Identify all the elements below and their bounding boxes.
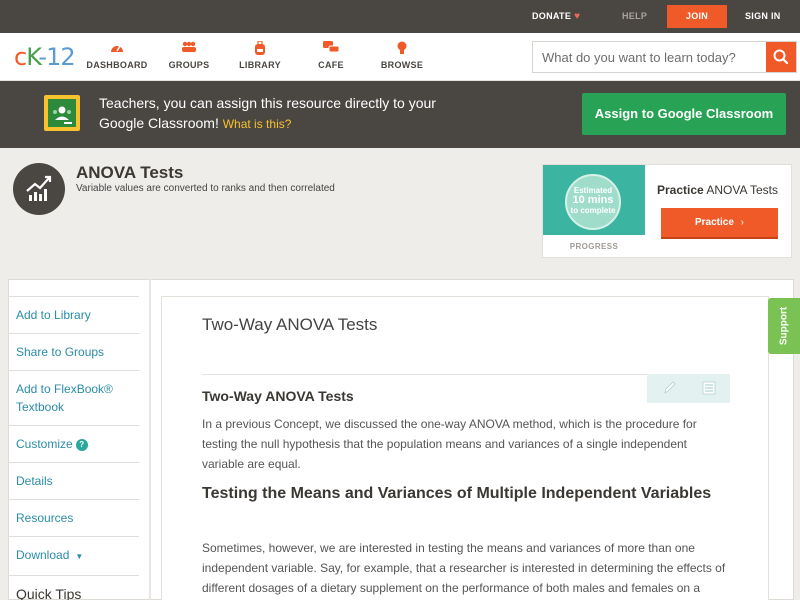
chat-bubbles-icon bbox=[296, 41, 366, 57]
logo-part-c: c bbox=[14, 43, 27, 71]
concept-title: ANOVA Tests bbox=[76, 163, 184, 182]
practice-card: Estimated 10 mins to complete PROGRESS P… bbox=[542, 164, 792, 258]
sidebar-customize-label: Customize bbox=[16, 437, 73, 451]
nav-browse-label: BROWSE bbox=[380, 60, 424, 70]
main-nav: cK-12 DASHBOARD GROUPS LIBRARY CAFE BROW… bbox=[0, 33, 800, 81]
practice-title: Practice ANOVA Tests bbox=[657, 183, 778, 197]
nav-dashboard[interactable]: DASHBOARD bbox=[82, 41, 152, 70]
article-tools bbox=[647, 374, 730, 403]
nav-groups-label: GROUPS bbox=[168, 60, 210, 70]
sidebar-share-to-groups[interactable]: Share to Groups bbox=[8, 333, 139, 370]
chevron-right-icon: › bbox=[740, 217, 745, 228]
lightbulb-icon bbox=[367, 41, 437, 57]
sidebar-download[interactable]: Download ▼ bbox=[8, 536, 139, 575]
concept-subtitle: Variable values are converted to ranks a… bbox=[76, 183, 335, 194]
google-classroom-icon bbox=[44, 95, 80, 131]
support-tab[interactable]: Support bbox=[768, 298, 800, 354]
groups-icon bbox=[154, 41, 224, 57]
help-circle-icon[interactable]: ? bbox=[75, 439, 88, 451]
estimate-line-3: to complete bbox=[570, 206, 616, 215]
sidebar-divider bbox=[149, 279, 151, 600]
quick-tips-heading: Quick Tips bbox=[8, 575, 139, 600]
backpack-icon bbox=[225, 40, 295, 57]
join-button[interactable]: JOIN bbox=[667, 5, 727, 28]
nav-browse[interactable]: BROWSE bbox=[367, 41, 437, 70]
notes-icon[interactable] bbox=[702, 381, 716, 395]
gauge-icon bbox=[82, 41, 152, 57]
sidebar: Add to Library Share to Groups Add to Fl… bbox=[8, 296, 139, 600]
heart-icon: ♥ bbox=[574, 11, 581, 22]
search-box bbox=[532, 41, 797, 73]
sidebar-download-label: Download bbox=[16, 548, 70, 562]
article-title: Two-Way ANOVA Tests bbox=[202, 315, 378, 334]
logo-part-k: K bbox=[26, 43, 39, 71]
practice-illustration: Estimated 10 mins to complete bbox=[543, 165, 645, 235]
body-paragraph: Sometimes, however, we are interested in… bbox=[202, 541, 726, 595]
ck12-logo[interactable]: cK-12 bbox=[14, 43, 76, 71]
support-label: Support bbox=[778, 306, 790, 346]
sidebar-customize[interactable]: Customize? bbox=[8, 425, 139, 462]
search-input[interactable] bbox=[533, 42, 767, 72]
practice-title-rest: ANOVA Tests bbox=[703, 183, 778, 197]
sidebar-resources[interactable]: Resources bbox=[8, 499, 139, 536]
practice-button-label: Practice bbox=[694, 217, 734, 228]
google-classroom-banner: Teachers, you can assign this resource d… bbox=[0, 81, 800, 148]
concept-chart-icon bbox=[13, 163, 65, 215]
search-button[interactable] bbox=[766, 42, 796, 72]
practice-title-bold: Practice bbox=[657, 183, 704, 197]
nav-library[interactable]: LIBRARY bbox=[225, 40, 295, 70]
sign-in-link[interactable]: SIGN IN bbox=[745, 0, 781, 33]
subsection-heading: Testing the Means and Variances of Multi… bbox=[202, 485, 712, 502]
time-estimate-badge: Estimated 10 mins to complete bbox=[565, 174, 621, 230]
practice-button[interactable]: Practice › bbox=[661, 208, 778, 239]
nav-cafe-label: CAFE bbox=[318, 60, 344, 70]
classroom-message: Teachers, you can assign this resource d… bbox=[99, 93, 449, 134]
nav-groups[interactable]: GROUPS bbox=[154, 41, 224, 70]
caret-down-icon: ▼ bbox=[75, 552, 84, 561]
sidebar-details[interactable]: Details bbox=[8, 462, 139, 499]
search-icon bbox=[773, 49, 789, 65]
section-heading: Two-Way ANOVA Tests bbox=[202, 388, 354, 404]
help-link[interactable]: HELP bbox=[622, 0, 647, 33]
assign-to-classroom-button[interactable]: Assign to Google Classroom bbox=[582, 93, 786, 135]
intro-paragraph: In a previous Concept, we discussed the … bbox=[202, 417, 697, 471]
logo-part-12: -12 bbox=[38, 43, 75, 71]
sidebar-add-to-library[interactable]: Add to Library bbox=[8, 296, 139, 333]
nav-library-label: LIBRARY bbox=[239, 60, 281, 70]
top-bar: DONATE ♥ HELP JOIN SIGN IN bbox=[0, 0, 800, 33]
estimate-line-2: 10 mins bbox=[572, 194, 614, 206]
sidebar-add-to-flexbook[interactable]: Add to FlexBook® Textbook bbox=[8, 370, 139, 425]
donate-label: DONATE bbox=[532, 11, 572, 21]
pencil-icon[interactable] bbox=[662, 380, 676, 396]
donate-link[interactable]: DONATE ♥ bbox=[532, 0, 580, 33]
nav-dashboard-label: DASHBOARD bbox=[86, 60, 148, 70]
what-is-this-link[interactable]: What is this? bbox=[223, 117, 292, 131]
nav-cafe[interactable]: CAFE bbox=[296, 41, 366, 70]
progress-label: PROGRESS bbox=[569, 242, 619, 251]
